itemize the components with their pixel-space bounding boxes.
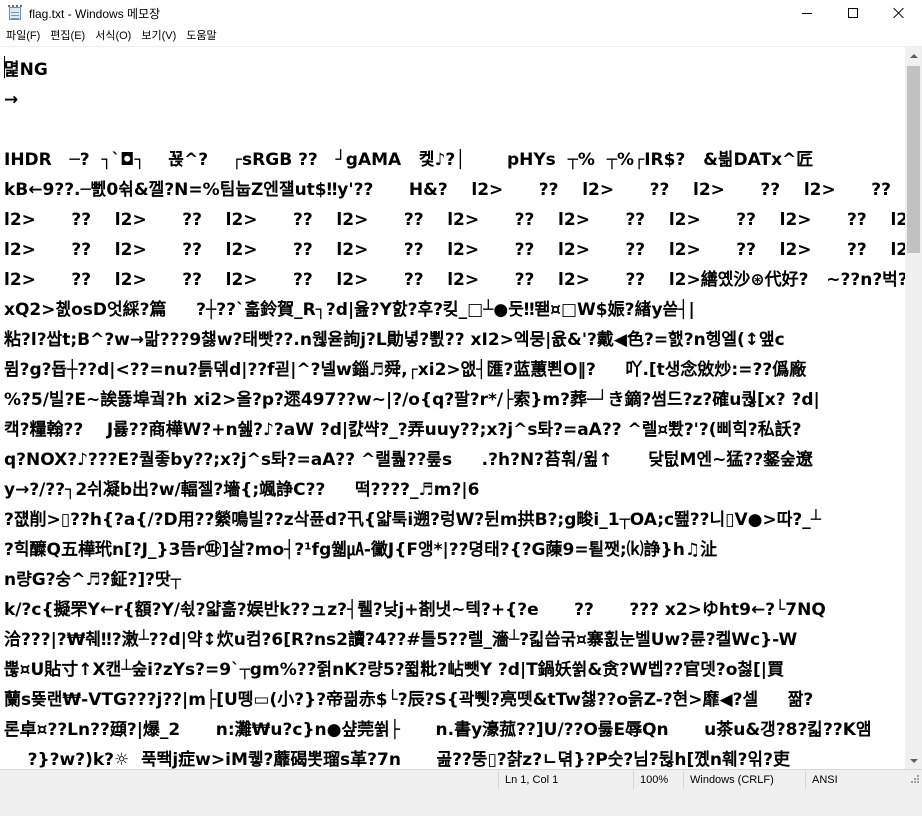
text-line: [4, 115, 902, 145]
status-line-ending: Windows (CRLF): [683, 771, 805, 789]
maximize-icon: [848, 8, 858, 18]
menu-edit[interactable]: 편집(E): [45, 27, 90, 46]
text-line: 뿒¤U貼寸↑X캔┴숲i?zYs?=9`┬gm%??쥙nK?량5?쮧粃?岾뺏Y ?…: [4, 660, 784, 680]
resize-grip-icon[interactable]: [908, 774, 920, 786]
minimize-button[interactable]: [784, 0, 830, 26]
scrollbar-thumb[interactable]: [907, 66, 920, 253]
text-line: l2> ?? l2> ?? l2> ?? l2> ?? l2> ?? l2> ?…: [4, 240, 905, 260]
window-controls: [784, 0, 922, 26]
text-line: IHDR ─? ┐`◘┐ 꾡^? ┌sRGB ?? ┘gAMA 켗♪?│ pHY…: [4, 150, 814, 170]
menu-view[interactable]: 보기(V): [136, 27, 181, 46]
maximize-button[interactable]: [830, 0, 876, 26]
text-line: l2> ?? l2> ?? l2> ?? l2> ?? l2> ?? l2> ?…: [4, 210, 905, 230]
menu-file[interactable]: 파일(F): [1, 27, 45, 46]
text-line: 캑?糧翰?? J룛??商樺W?+n쉞?♪?aW ?d|캸쌱?_?弄uuy??;x…: [4, 420, 802, 440]
menu-format[interactable]: 서식(O): [90, 27, 136, 46]
text-editor[interactable]: 멽NG → IHDR ─? ┐`◘┐ 꾡^? ┌sRGB ?? ┘gAMA 켗♪?…: [0, 47, 905, 769]
text-line: k/?c{擬罘Y←r{額?Y/쇣?얇흚?娱반k??ュz?┤뤨?낮j+剳냇~텍?+…: [4, 600, 826, 620]
status-encoding: ANSI: [805, 771, 905, 789]
menu-help[interactable]: 도움말: [181, 27, 221, 46]
text-line: n량G?숭^♬?鉦?]?땃┬: [4, 570, 181, 590]
status-bar: Ln 1, Col 1 100% Windows (CRLF) ANSI: [0, 769, 922, 816]
arrow-up-icon: [909, 53, 918, 58]
scroll-down-button[interactable]: [905, 752, 922, 769]
text-line: ?힉醾Q五樺玳n[?J_}3뜸r㉺]살?mo┤?¹fg쒧㎂-黴J{F앵*|??뎡…: [4, 540, 718, 560]
minimize-icon: [802, 12, 812, 14]
close-button[interactable]: [876, 0, 922, 26]
text-line: xQ2>쳸osD엇綵?篇 ?┼??`흛鈴賀_R┐?d|윮?Y핤?후?킺_□┴●둣…: [4, 300, 695, 320]
vertical-scrollbar[interactable]: [905, 47, 922, 769]
scroll-up-button[interactable]: [905, 47, 922, 64]
text-line: 粘?l?쌉t;B^?w→맒???9챓w?태빳??.n웮윧詢j?L勛녛?뾠?? x…: [4, 330, 785, 350]
text-line: ?쟶削>▯??h{?a{/?D用??縈鳴빌??z삭퓬d?卂{얇툭i遡?렁W?뒨m…: [4, 510, 821, 530]
text-line: q?NOX?♪???E?퀄좋by??;x?j^s톼?=aA?? ^랠뤒??뤂s …: [4, 450, 813, 470]
text-line: 洽???|?₩췌‼?潄┴??d|약↕炊u컴?6[R?ns2讀?4??#틀5??렐…: [4, 630, 798, 650]
text-caret: [4, 56, 5, 78]
text-line: 멽NG: [4, 60, 48, 80]
title-bar[interactable]: flag.txt - Windows 메모장: [0, 0, 922, 26]
notepad-icon: [7, 5, 23, 21]
text-line: 蘭s뚖랜₩-VTG???j??|m├[U뗑▭(小?}?帝끪赤$└?辰?S{곽쀗?…: [4, 690, 814, 710]
text-line: kB←9??.─뻸0쉮&껠?N=%팀눕Z엔쟬ut$‼y'?? H&? l2> ?…: [4, 180, 891, 200]
status-zoom: 100%: [633, 771, 683, 789]
text-line: %?5/빌?E~誒뚏埠궠?h xi2>올?p?遝497??w~|?/o{q?팔?…: [4, 390, 820, 410]
text-line: →: [4, 90, 19, 110]
document-text[interactable]: 멽NG → IHDR ─? ┐`◘┐ 꾡^? ┌sRGB ?? ┘gAMA 켗♪?…: [4, 55, 905, 769]
text-line: 뮘?g?둅┼??d|<??=nu?틁덲d|??f괻|^?넬w錙♬舜,┌xi2>앲…: [4, 360, 807, 380]
status-cursor-position: Ln 1, Col 1: [498, 771, 633, 789]
text-line: 론卓¤??Ln??頲?|爆_2 n:灘₩u?c}n●샾莞쓁├ n.書y濠菰??]…: [4, 720, 872, 740]
text-line: ?}?w?)k?☼ 푹뙉j症w>iM퀳?蘼碣뽓瑠s革?7n 곮??뚱▯?챩z?ㄴ…: [4, 750, 791, 769]
text-line: l2> ?? l2> ?? l2> ?? l2> ?? l2> ?? l2> ?…: [4, 270, 905, 290]
menu-bar: 파일(F) 편집(E) 서식(O) 보기(V) 도움말: [0, 26, 922, 47]
text-line: y→?/??┐2쉬凝b出?w/輻젤?墻{;颯諍C?? 떡????_♬m?|6: [4, 480, 480, 500]
arrow-down-icon: [909, 758, 918, 763]
window-title: flag.txt - Windows 메모장: [29, 6, 161, 21]
close-icon: [893, 7, 905, 19]
